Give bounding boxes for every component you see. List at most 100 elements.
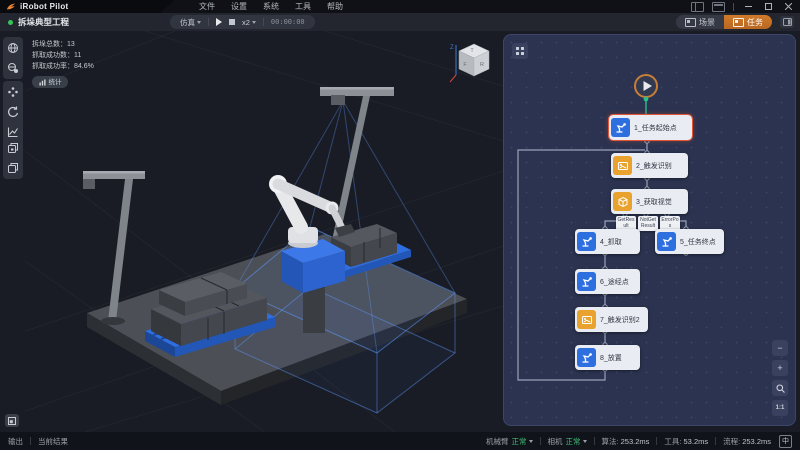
zoom-fit-button[interactable]: 1:1 [772,400,788,416]
node-label: 8_放置 [600,353,622,363]
simulation-timer: 00:00:00 [271,18,305,26]
port-not-get-result[interactable]: NotGetResult [638,216,658,231]
world-settings-icon[interactable] [5,60,21,76]
layout-split-icon[interactable] [691,2,704,12]
sim-mode-dropdown[interactable]: 仿真 [180,17,201,28]
project-name: 拆垛典型工程 [18,16,69,28]
zoom-out-button[interactable]: − [772,340,788,356]
caret-down-icon [252,21,256,24]
divider [594,437,595,445]
flow-node-task-end[interactable]: 5_任务终点 [655,229,724,254]
divider [733,3,734,11]
3d-scene[interactable] [25,31,503,432]
flow-node-task-start[interactable]: 1_任务起始点 [609,115,692,140]
manipulate-tool-group [3,81,23,143]
robot-status-label: 机械臂 [486,436,509,447]
menu-file[interactable]: 文件 [199,1,215,12]
app-logo-icon [6,2,16,12]
axis-z-label: Z [450,45,454,51]
rotate-tool-icon[interactable] [5,104,21,120]
robot-status-value: 正常 [512,436,527,447]
zoom-in-button[interactable]: + [772,360,788,376]
project-status-dot [8,20,13,25]
place-icon [577,348,596,367]
statistics-button[interactable]: 统计 [32,76,68,88]
gripper-icon [577,232,596,251]
maximize-button[interactable] [762,2,774,12]
flow-node-get-vision[interactable]: 3_获取视觉 [611,189,688,214]
speed-dropdown[interactable]: x2 [242,18,256,27]
metric-algorithm-label: 算法: [602,436,619,447]
flow-node-waypoint[interactable]: 6_途经点 [575,269,640,294]
divider [208,18,209,26]
waypoint-icon [577,272,596,291]
menu-settings[interactable]: 设置 [231,1,247,12]
task-tab[interactable]: 任务 [724,15,772,29]
tab-output[interactable]: 输出 [8,436,23,447]
flowchart-zoom-controls: − + 1:1 [772,340,788,416]
node-label: 7_触发识别2 [600,315,640,325]
scene-icon [685,18,696,27]
panel-toggle-button[interactable] [780,16,794,28]
stats-overlay: 拆垛总数：13 抓取成功数：11 抓取成功率：84.6% 统计 [32,39,94,88]
layers-copy-icon[interactable] [5,160,21,176]
cube-right-label: R [480,62,484,68]
stop-button[interactable] [229,19,235,25]
node-label: 3_获取视觉 [636,197,672,207]
divider [263,18,264,26]
play-button[interactable] [216,18,222,26]
toolbar: 拆垛典型工程 仿真 x2 00:00:00 场景 任务 [0,13,800,31]
stat-success-rate: 抓取成功率：84.6% [32,61,94,72]
stat-total: 拆垛总数：13 [32,39,94,50]
robot-arm-icon [657,232,676,251]
node-label: 2_触发识别 [636,161,672,171]
tab-current-results[interactable]: 当前结果 [38,436,68,447]
task-flowchart-panel: 1_任务起始点 2_触发识别 3_获取视觉 GetResult NotGetRe… [503,34,796,426]
divider [30,437,31,445]
metric-process-label: 流程: [723,436,740,447]
flow-node-trigger-recognition-2[interactable]: 7_触发识别2 [575,307,648,332]
menu-bar: 文件 设置 系统 工具 帮助 [199,1,343,12]
locked-layers-icon[interactable] [5,140,21,156]
divider [540,437,541,445]
controller-icon[interactable] [5,84,21,100]
stat-success-count: 抓取成功数：11 [32,50,94,61]
magnifier-button[interactable] [772,380,788,396]
world-view-icon[interactable] [5,40,21,56]
minimize-button[interactable] [742,2,754,12]
main-area: 拆垛总数：13 抓取成功数：11 抓取成功率：84.6% 统计 Z T F R [0,31,800,432]
caret-down-icon [197,21,201,24]
menu-tools[interactable]: 工具 [295,1,311,12]
scene-tab[interactable]: 场景 [676,15,724,29]
language-badge[interactable]: 中 [779,435,792,448]
statistics-button-label: 统计 [49,77,62,88]
caret-down-icon[interactable] [529,440,533,443]
camera-status-value: 正常 [566,436,581,447]
caret-down-icon[interactable] [583,440,587,443]
metric-process-value: 253.2ms [742,437,771,446]
menu-system[interactable]: 系统 [263,1,279,12]
camera [331,95,345,105]
flow-node-pick[interactable]: 4_抓取 [575,229,640,254]
divider [715,437,716,445]
robot-arm-icon [611,118,630,137]
scene-tab-label: 场景 [699,17,715,28]
flow-node-trigger-recognition[interactable]: 2_触发识别 [611,153,688,178]
menu-help[interactable]: 帮助 [327,1,343,12]
flow-node-place[interactable]: 8_放置 [575,345,640,370]
node-label: 6_途经点 [600,277,629,287]
view-cube[interactable]: Z T F R [448,39,496,90]
layout-panels-icon[interactable] [712,2,725,12]
vision-result-icon [613,192,632,211]
speed-label: x2 [242,18,250,27]
task-icon [733,18,744,27]
camera-status-label: 相机 [548,436,563,447]
title-bar: iRobot Pilot 文件 设置 系统 工具 帮助 [0,0,800,13]
fit-view-button[interactable] [5,414,19,427]
simulation-controls: 仿真 x2 00:00:00 [170,15,315,29]
chart-icon [39,79,46,86]
status-bar: 输出 当前结果 机械臂 正常 相机 正常 算法: 253.2ms 工具: 53.… [0,432,800,450]
close-button[interactable] [782,2,794,12]
sim-mode-label: 仿真 [180,17,195,28]
metric-algorithm-value: 253.2ms [621,437,650,446]
